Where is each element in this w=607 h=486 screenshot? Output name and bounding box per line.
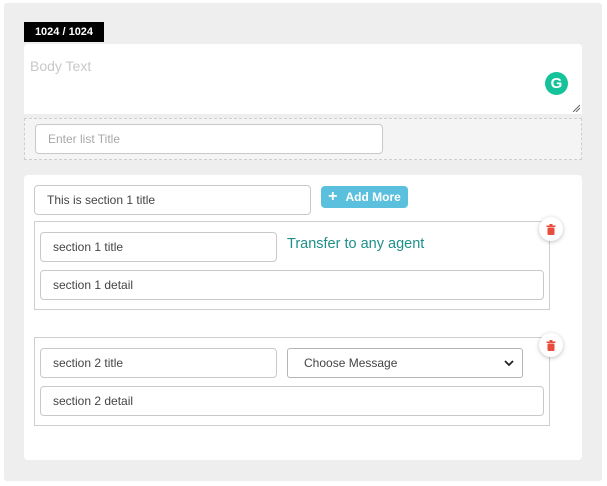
chevron-down-icon [504,360,514,367]
section-2-detail-input[interactable]: section 2 detail [40,386,544,416]
section-1-header-input[interactable]: This is section 1 title [34,185,311,215]
section-2-message-select[interactable]: Choose Message [287,348,523,378]
section-2-title-input[interactable]: section 2 title [40,348,277,378]
add-more-label: Add More [345,190,401,204]
section-1-detail-input[interactable]: section 1 detail [40,270,544,300]
resize-handle-icon[interactable] [572,104,580,112]
section-1-action-text: Transfer to any agent [287,236,425,252]
section-1-delete-button[interactable] [539,217,563,241]
add-more-button[interactable]: + Add More [321,186,408,208]
character-counter: 1024 / 1024 [24,22,104,42]
trash-icon [546,339,556,351]
plus-icon: + [328,188,338,205]
grammarly-icon[interactable]: G [545,72,568,95]
body-text-placeholder: Body Text [30,58,92,74]
list-title-input[interactable]: Enter list Title [35,124,383,154]
section-1-title-input[interactable]: section 1 title [40,232,277,262]
body-text-area[interactable]: Body Text G [24,44,582,114]
trash-icon [546,223,556,235]
section-2-delete-button[interactable] [539,333,563,357]
select-value: Choose Message [304,356,398,370]
